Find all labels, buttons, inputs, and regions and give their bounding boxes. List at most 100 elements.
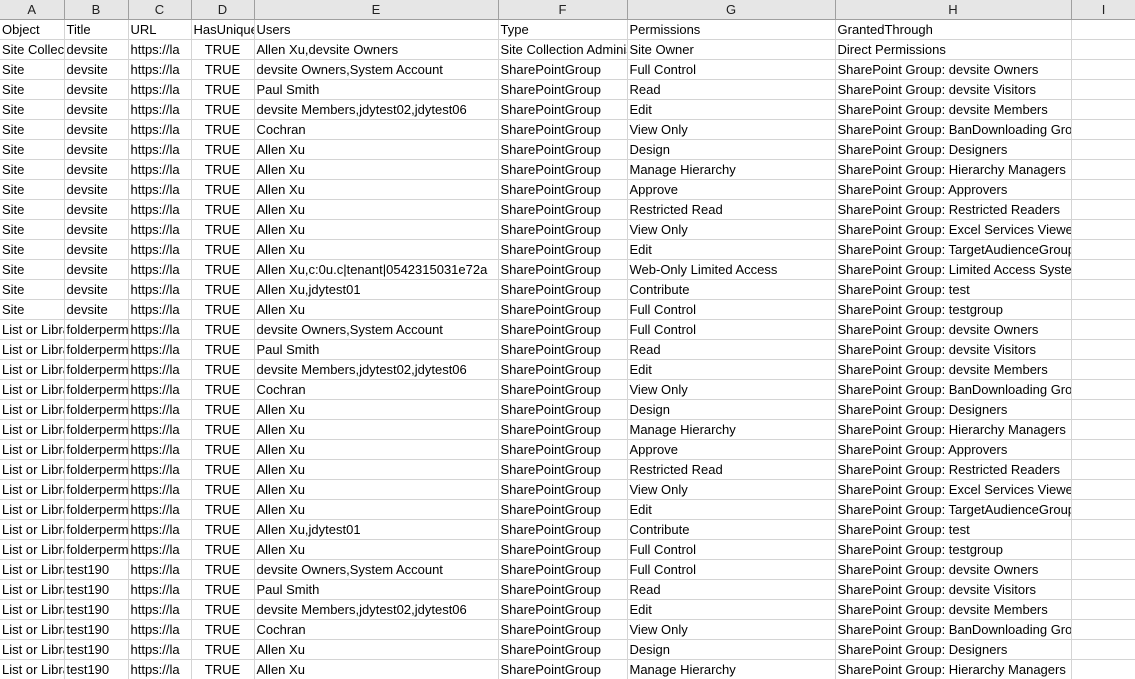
cell[interactable] [1071, 299, 1135, 320]
cell[interactable]: folderpermissions [64, 479, 129, 500]
cell[interactable]: folderpermissions [64, 439, 129, 460]
cell[interactable] [1071, 259, 1135, 280]
cell[interactable]: SharePoint Group: Approvers [835, 439, 1072, 460]
cell[interactable]: SharePointGroup [498, 179, 628, 200]
cell[interactable]: TRUE [191, 439, 255, 460]
cell[interactable]: devsite [64, 299, 129, 320]
cell[interactable] [1071, 219, 1135, 240]
cell[interactable]: Read [627, 339, 836, 360]
cell[interactable]: Approve [627, 179, 836, 200]
cell[interactable]: test190 [64, 639, 129, 660]
cell[interactable]: https://la [128, 399, 192, 420]
cell[interactable]: folderpermissions [64, 379, 129, 400]
cell[interactable]: HasUniquePermissions [191, 19, 255, 40]
cell[interactable]: TRUE [191, 259, 255, 280]
cell[interactable]: https://la [128, 559, 192, 580]
cell[interactable]: https://la [128, 299, 192, 320]
cell[interactable] [1071, 19, 1135, 40]
cell[interactable]: Read [627, 579, 836, 600]
cell[interactable]: Allen Xu [254, 179, 499, 200]
column-header-c[interactable]: C [128, 0, 192, 20]
cell[interactable] [1071, 399, 1135, 420]
cell[interactable]: devsite Owners,System Account [254, 559, 499, 580]
cell[interactable]: Design [627, 399, 836, 420]
cell[interactable]: Site [0, 279, 65, 300]
cell[interactable]: Allen Xu [254, 439, 499, 460]
cell[interactable]: https://la [128, 439, 192, 460]
cell[interactable]: Allen Xu [254, 539, 499, 560]
cell[interactable] [1071, 79, 1135, 100]
cell[interactable]: TRUE [191, 99, 255, 120]
cell[interactable]: Edit [627, 359, 836, 380]
cell[interactable]: SharePoint Group: BanDownloading Group [835, 619, 1072, 640]
cell[interactable]: SharePointGroup [498, 119, 628, 140]
cell[interactable]: Allen Xu [254, 479, 499, 500]
cell[interactable]: SharePointGroup [498, 479, 628, 500]
cell[interactable]: Paul Smith [254, 339, 499, 360]
cell[interactable]: SharePointGroup [498, 219, 628, 240]
cell[interactable]: TRUE [191, 579, 255, 600]
cell[interactable] [1071, 39, 1135, 60]
cell[interactable]: List or Library [0, 599, 65, 620]
cell[interactable]: test190 [64, 599, 129, 620]
cell[interactable]: Site Collection [0, 39, 65, 60]
cell[interactable]: Contribute [627, 279, 836, 300]
cell[interactable]: SharePoint Group: Hierarchy Managers [835, 659, 1072, 679]
cell[interactable]: Full Control [627, 319, 836, 340]
cell[interactable]: devsite [64, 219, 129, 240]
cell[interactable]: Cochran [254, 619, 499, 640]
cell[interactable]: folderpermissions [64, 459, 129, 480]
cell[interactable]: Restricted Read [627, 199, 836, 220]
cell[interactable]: devsite [64, 59, 129, 80]
cell[interactable]: List or Library [0, 339, 65, 360]
cell[interactable]: List or Library [0, 499, 65, 520]
cell[interactable]: TRUE [191, 539, 255, 560]
cell[interactable]: View Only [627, 219, 836, 240]
cell[interactable]: SharePoint Group: Restricted Readers [835, 459, 1072, 480]
cell[interactable]: SharePointGroup [498, 299, 628, 320]
cell[interactable]: Paul Smith [254, 579, 499, 600]
cell[interactable]: https://la [128, 199, 192, 220]
cell[interactable]: https://la [128, 119, 192, 140]
cell[interactable]: List or Library [0, 319, 65, 340]
cell[interactable]: Allen Xu [254, 159, 499, 180]
cell[interactable]: Full Control [627, 59, 836, 80]
cell[interactable]: SharePoint Group: Excel Services Viewers [835, 219, 1072, 240]
cell[interactable]: TRUE [191, 59, 255, 80]
cell[interactable]: https://la [128, 259, 192, 280]
cell[interactable]: SharePoint Group: Limited Access System … [835, 259, 1072, 280]
cell[interactable]: devsite [64, 259, 129, 280]
cell[interactable]: TRUE [191, 139, 255, 160]
cell[interactable] [1071, 419, 1135, 440]
cell[interactable]: TRUE [191, 319, 255, 340]
cell[interactable]: Allen Xu [254, 139, 499, 160]
column-header-b[interactable]: B [64, 0, 129, 20]
cell[interactable]: List or Library [0, 419, 65, 440]
cell[interactable] [1071, 599, 1135, 620]
cell[interactable]: SharePointGroup [498, 659, 628, 679]
cell[interactable]: https://la [128, 659, 192, 679]
cell[interactable]: Allen Xu,c:0u.c|tenant|0542315031e72a [254, 259, 499, 280]
cell[interactable]: SharePointGroup [498, 99, 628, 120]
cell[interactable]: Direct Permissions [835, 39, 1072, 60]
cell[interactable] [1071, 519, 1135, 540]
cell[interactable]: TRUE [191, 499, 255, 520]
cell[interactable]: Allen Xu [254, 499, 499, 520]
cell[interactable]: SharePointGroup [498, 259, 628, 280]
cell[interactable]: devsite [64, 279, 129, 300]
cell[interactable]: devsite [64, 159, 129, 180]
cell[interactable]: folderpermissions [64, 419, 129, 440]
cell[interactable]: devsite [64, 99, 129, 120]
cell[interactable]: devsite [64, 79, 129, 100]
cell[interactable]: TRUE [191, 159, 255, 180]
cell[interactable]: Full Control [627, 539, 836, 560]
cell[interactable] [1071, 119, 1135, 140]
cell[interactable]: SharePoint Group: devsite Owners [835, 559, 1072, 580]
cell[interactable]: SharePointGroup [498, 499, 628, 520]
cell[interactable]: devsite [64, 199, 129, 220]
column-header-h[interactable]: H [835, 0, 1072, 20]
cell[interactable]: folderpermissions [64, 519, 129, 540]
cell[interactable]: Users [254, 19, 499, 40]
cell[interactable]: Restricted Read [627, 459, 836, 480]
cell[interactable]: SharePoint Group: Hierarchy Managers [835, 159, 1072, 180]
